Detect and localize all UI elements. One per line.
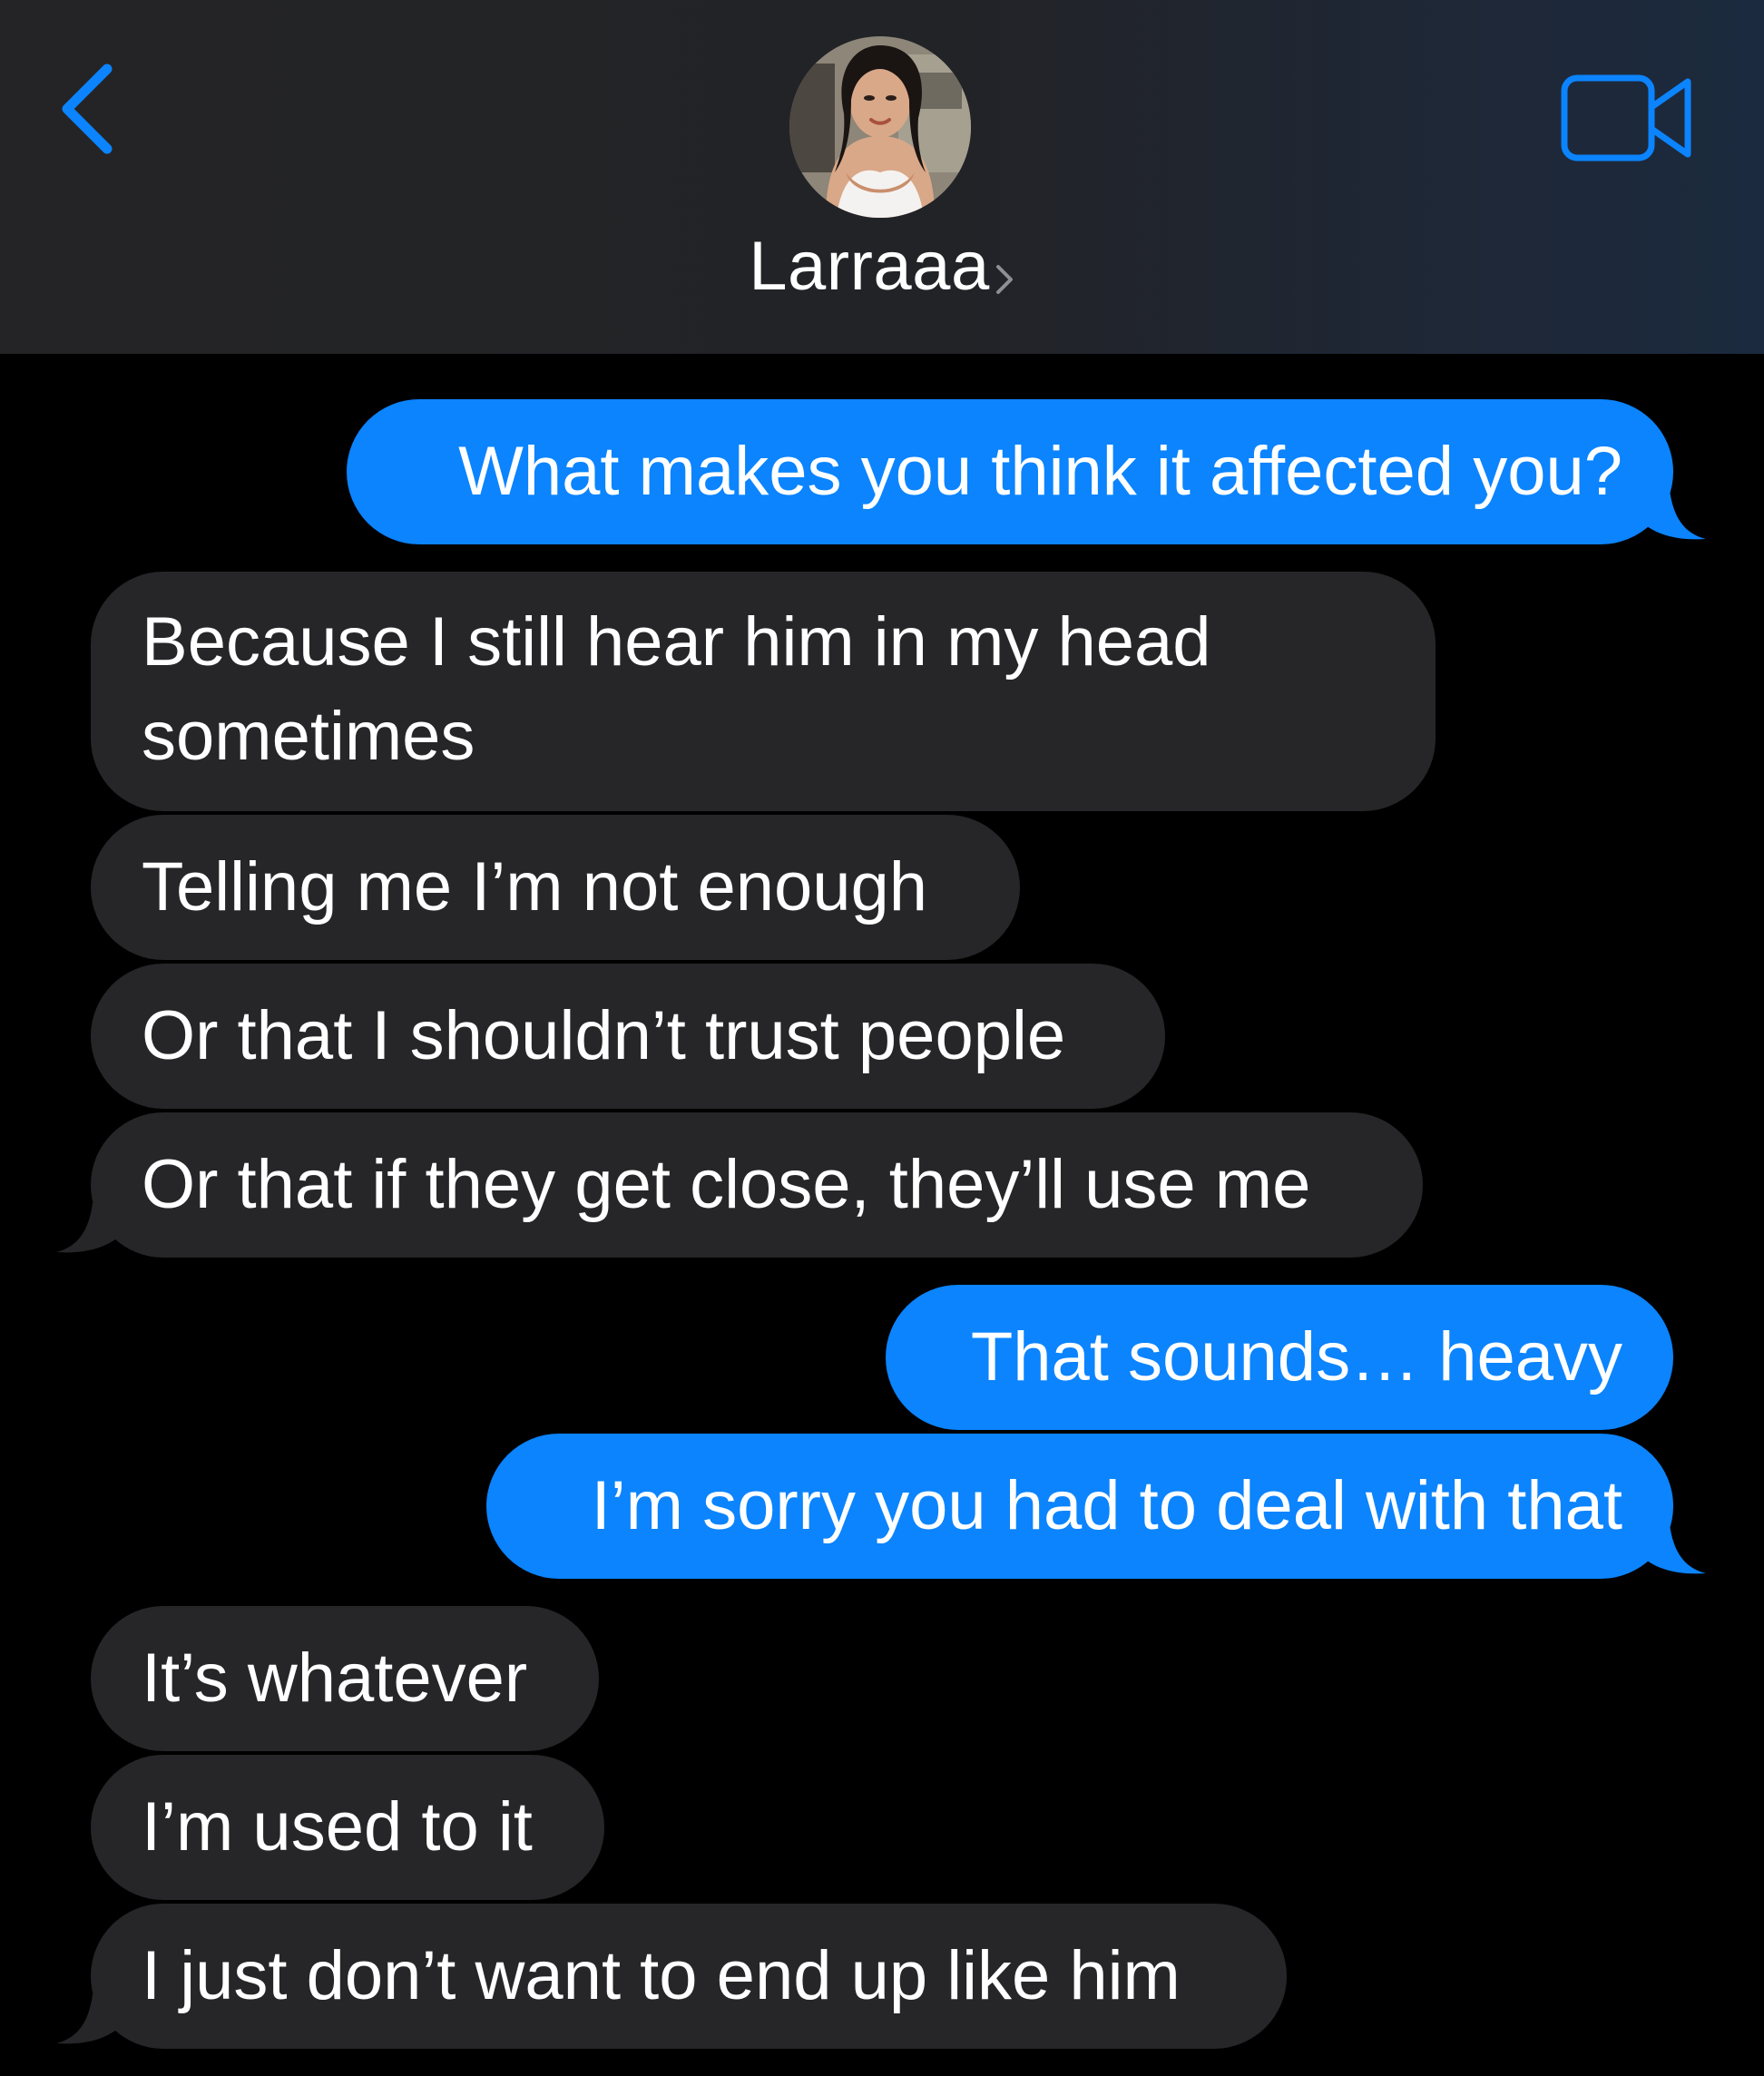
conversation-header: Larraaa: [0, 0, 1764, 354]
contact-name-button[interactable]: Larraaa: [0, 227, 1764, 306]
contact-avatar[interactable]: [789, 36, 971, 218]
bubble-tail: [56, 1203, 129, 1253]
avatar-photo: [789, 36, 971, 218]
message-text: I just don’t want to end up like him: [142, 1937, 1181, 2014]
message-text: Telling me I’m not enough: [142, 848, 928, 925]
outgoing-message[interactable]: What makes you think it affected you?: [347, 399, 1673, 544]
chevron-left-icon: [62, 64, 113, 154]
back-button[interactable]: [47, 54, 138, 163]
message-text: Because I still hear him in my head some…: [142, 603, 1211, 775]
message-text: It’s whatever: [142, 1640, 528, 1717]
incoming-message[interactable]: I just don’t want to end up like him: [91, 1904, 1287, 2049]
outgoing-message[interactable]: That sounds… heavy: [886, 1285, 1673, 1430]
message-text: What makes you think it affected you?: [458, 433, 1622, 510]
incoming-message[interactable]: Or that I shouldn’t trust people: [91, 964, 1165, 1109]
contact-name: Larraaa: [749, 228, 990, 305]
message-text: Or that I shouldn’t trust people: [142, 997, 1066, 1074]
message-text: I’m used to it: [142, 1788, 533, 1865]
incoming-message[interactable]: Because I still hear him in my head some…: [91, 572, 1436, 811]
incoming-message[interactable]: It’s whatever: [91, 1606, 599, 1751]
bubble-tail: [56, 1994, 129, 2044]
message-text: That sounds… heavy: [970, 1318, 1622, 1395]
incoming-message[interactable]: I’m used to it: [91, 1755, 604, 1900]
bubble-tail: [1633, 490, 1706, 540]
chevron-right-icon: [994, 261, 1015, 302]
message-text: Or that if they get close, they’ll use m…: [142, 1146, 1311, 1223]
outgoing-message[interactable]: I’m sorry you had to deal with that: [486, 1434, 1673, 1579]
facetime-video-button[interactable]: [1561, 74, 1697, 162]
incoming-message[interactable]: Telling me I’m not enough: [91, 815, 1020, 960]
message-text: I’m sorry you had to deal with that: [591, 1467, 1622, 1544]
bubble-tail: [1633, 1524, 1706, 1574]
incoming-message[interactable]: Or that if they get close, they’ll use m…: [91, 1112, 1423, 1258]
video-camera-icon: [1561, 74, 1691, 162]
